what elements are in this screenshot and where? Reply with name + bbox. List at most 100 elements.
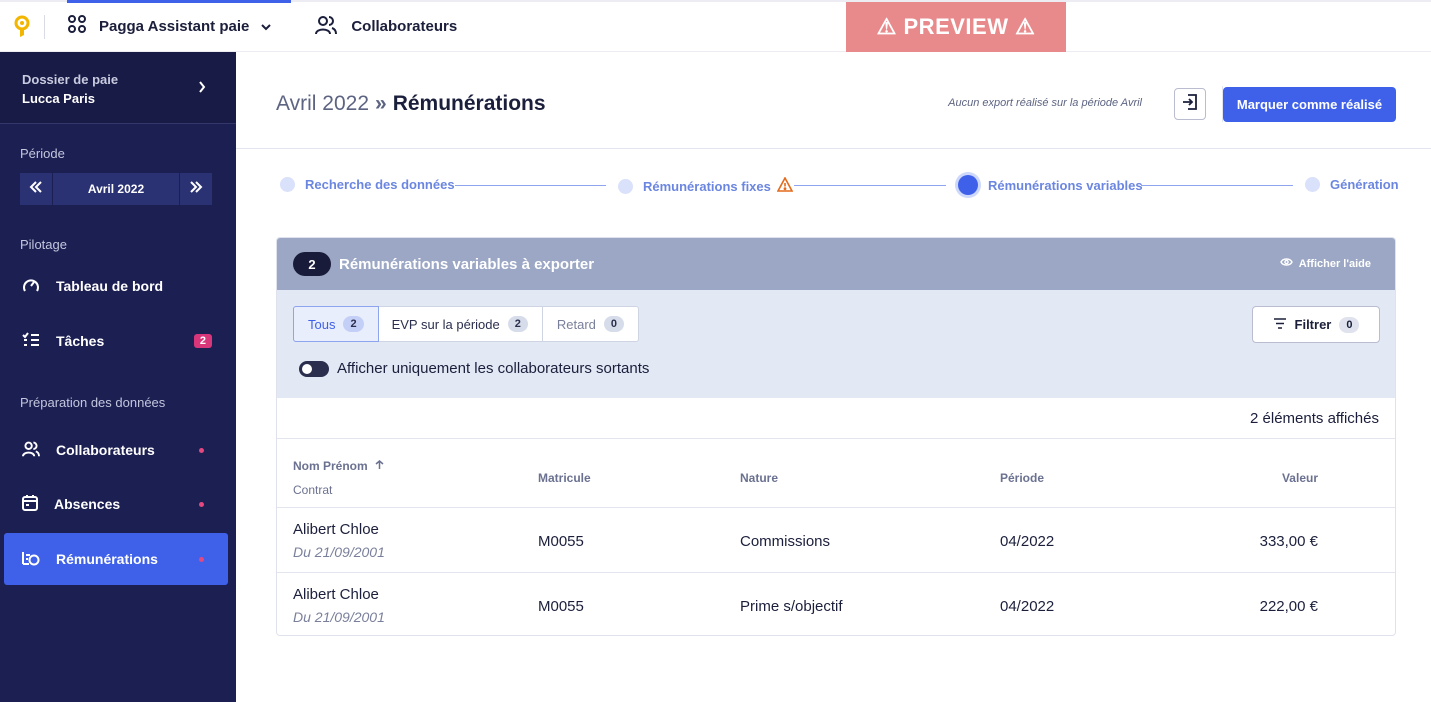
top-bar: Pagga Assistant paie Collaborateurs ⚠ PR… — [0, 0, 1431, 52]
next-period-button[interactable] — [180, 173, 212, 205]
apps-grid-icon — [67, 14, 87, 39]
employee-name: Alibert Chloe — [293, 521, 379, 538]
status-dot — [199, 501, 204, 507]
folder-caption: Dossier de paie — [22, 72, 119, 87]
table-row[interactable]: Alibert Chloe Du 21/09/2001 M0055 Commis… — [277, 508, 1395, 573]
cell-periode: 04/2022 — [1000, 533, 1055, 550]
sidebar-item-absences[interactable]: Absences — [0, 478, 236, 530]
toggle-label: Afficher uniquement les collaborateurs s… — [337, 360, 650, 377]
process-stepper: Recherche des données Rémunérations fixe… — [280, 175, 1399, 197]
users-icon — [315, 15, 338, 39]
folder-name: Lucca Paris — [22, 91, 95, 106]
previous-period-button[interactable] — [20, 173, 52, 205]
step-label: Rémunérations variables — [988, 177, 1143, 193]
filter-count: 0 — [1339, 316, 1360, 333]
tab-evp-periode[interactable]: EVP sur la période 2 — [378, 307, 543, 341]
step-label: Recherche des données — [305, 177, 455, 192]
page-header: Avril 2022 » Rémunérations Aucun export ré… — [236, 52, 1431, 149]
calendar-icon — [22, 494, 38, 514]
column-name-sort[interactable]: Nom Prénom — [293, 459, 384, 473]
chevron-right-icon — [198, 80, 206, 98]
table-row[interactable]: Alibert Chloe Du 21/09/2001 M0055 Prime … — [277, 573, 1395, 635]
coins-icon — [22, 550, 40, 569]
sidebar-item-remunerations[interactable]: Rémunérations — [4, 533, 228, 585]
column-header-periode: Période — [1000, 471, 1045, 485]
column-header-matricule: Matricule — [538, 471, 591, 485]
tab-label: Tous — [308, 316, 336, 332]
tab-count: 2 — [507, 316, 528, 332]
filter-icon — [1273, 317, 1287, 332]
panel-title: Rémunérations variables à exporter — [339, 255, 595, 273]
tab-label: EVP sur la période — [391, 316, 500, 332]
column-header-nature: Nature — [740, 471, 779, 485]
eye-icon — [1279, 257, 1293, 270]
show-help-link[interactable]: Afficher l'aide — [1279, 257, 1371, 270]
lucca-logo-icon[interactable] — [0, 15, 44, 39]
checklist-icon — [22, 331, 40, 351]
tab-count: 2 — [343, 316, 364, 332]
export-count-badge: 2 — [293, 252, 331, 276]
topbar-collaborateurs-link[interactable]: Collaborateurs — [315, 15, 457, 39]
items-count: 2 éléments affichés — [1250, 409, 1379, 427]
cell-valeur: 333,00 € — [1259, 533, 1318, 550]
users-icon — [22, 441, 40, 460]
sidebar: Dossier de paie Lucca Paris Période Avri… — [0, 52, 236, 702]
export-icon — [1182, 93, 1198, 115]
topbar-collaborateurs-label: Collaborateurs — [351, 18, 458, 35]
export-button[interactable] — [1174, 88, 1206, 120]
cell-valeur: 222,00 € — [1259, 598, 1318, 615]
tab-tous[interactable]: Tous 2 — [293, 306, 379, 342]
breadcrumb: Avril 2022 » Rémunérations — [276, 92, 546, 116]
mark-as-done-button[interactable]: Marquer comme réalisé — [1223, 87, 1396, 122]
tab-retard[interactable]: Retard 0 — [543, 307, 638, 341]
period-value[interactable]: Avril 2022 — [52, 173, 180, 205]
sidebar-item-tableau-de-bord[interactable]: Tableau de bord — [0, 260, 236, 312]
step-recherche-donnees[interactable]: Recherche des données — [280, 177, 455, 192]
help-label: Afficher l'aide — [1298, 257, 1371, 270]
column-header-valeur: Valeur — [1281, 471, 1318, 485]
step-circle-current — [958, 175, 978, 195]
cell-matricule: M0055 — [538, 533, 584, 550]
filter-label: Filtrer — [1294, 317, 1332, 332]
table-header: Nom Prénom Contrat Matricule Nature Péri… — [277, 439, 1395, 508]
segment-tabs: Tous 2 EVP sur la période 2 Retard 0 — [293, 306, 640, 342]
step-circle — [280, 177, 295, 192]
sidebar-item-label: Absences — [54, 496, 121, 512]
leaving-employees-toggle[interactable] — [299, 360, 329, 377]
step-generation[interactable]: Génération — [1305, 177, 1399, 192]
step-remunerations-fixes[interactable]: Rémunérations fixes — [618, 176, 794, 195]
tab-count: 0 — [603, 316, 625, 332]
breadcrumb-parent[interactable]: Avril 2022 — [276, 92, 369, 115]
employee-name: Alibert Chloe — [293, 586, 379, 603]
cell-nature: Prime s/objectif — [740, 598, 843, 615]
double-chevron-left-icon — [29, 180, 43, 198]
app-name: Pagga Assistant paie — [99, 18, 250, 35]
sidebar-item-label: Tableau de bord — [56, 278, 164, 294]
topbar-divider — [44, 14, 45, 39]
step-remunerations-variables[interactable]: Rémunérations variables — [958, 175, 1143, 195]
leaving-employees-toggle-row: Afficher uniquement les collaborateurs s… — [299, 360, 649, 377]
variable-remunerations-panel: 2 Rémunérations variables à exporter Aff… — [276, 237, 1396, 636]
cell-nature: Commissions — [740, 533, 831, 550]
sidebar-item-label: Rémunérations — [56, 551, 158, 567]
panel-header: 2 Rémunérations variables à exporter Aff… — [277, 238, 1395, 290]
app-switcher[interactable]: Pagga Assistant paie — [67, 0, 292, 50]
breadcrumb-separator: » — [375, 92, 387, 115]
double-chevron-right-icon — [189, 180, 203, 198]
status-dot — [199, 447, 204, 453]
payroll-folder-selector[interactable]: Dossier de paie Lucca Paris — [0, 52, 236, 124]
filter-button[interactable]: Filtrer 0 — [1252, 306, 1380, 343]
column-header-contract: Contrat — [293, 483, 333, 497]
status-dot — [199, 556, 204, 562]
stepper-connector — [794, 185, 946, 186]
tasks-count-badge: 2 — [193, 334, 212, 348]
step-circle — [1305, 177, 1320, 192]
sidebar-item-taches[interactable]: Tâches 2 — [0, 315, 236, 367]
sidebar-item-collaborateurs[interactable]: Collaborateurs — [0, 424, 236, 476]
step-label: Rémunérations fixes — [643, 178, 771, 194]
export-status-text: Aucun export réalisé sur la période Avri… — [948, 97, 1142, 109]
pilotage-section-label: Pilotage — [20, 237, 67, 252]
filter-zone: Tous 2 EVP sur la période 2 Retard 0 Fil… — [277, 290, 1395, 398]
step-circle — [618, 178, 633, 194]
stepper-connector — [1141, 185, 1293, 186]
